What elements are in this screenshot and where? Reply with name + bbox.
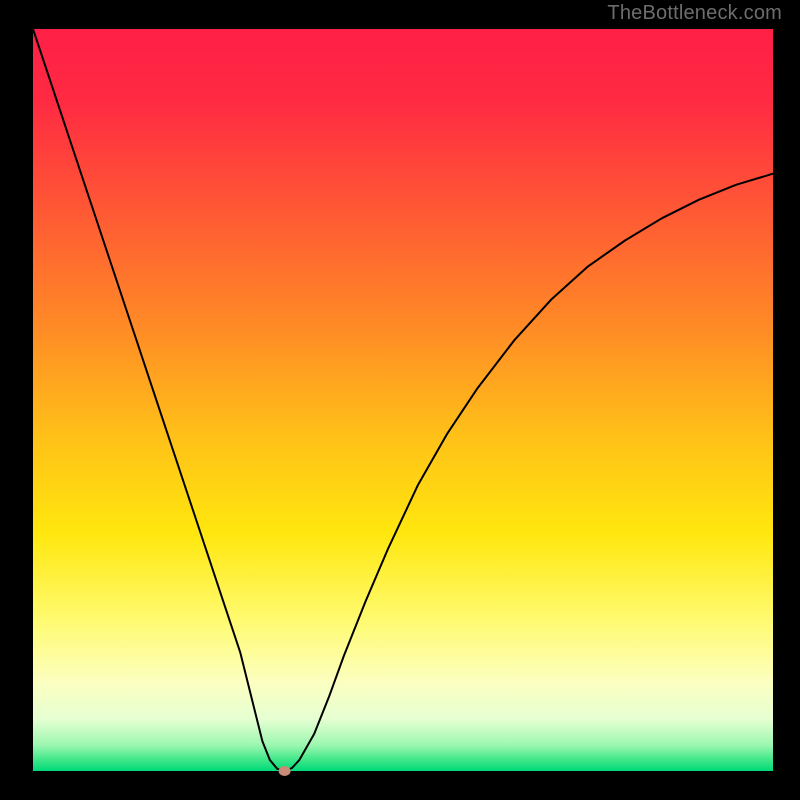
optimal-point-marker [279, 766, 291, 776]
plot-background [33, 29, 773, 771]
bottleneck-chart [0, 0, 800, 800]
chart-frame: TheBottleneck.com [0, 0, 800, 800]
